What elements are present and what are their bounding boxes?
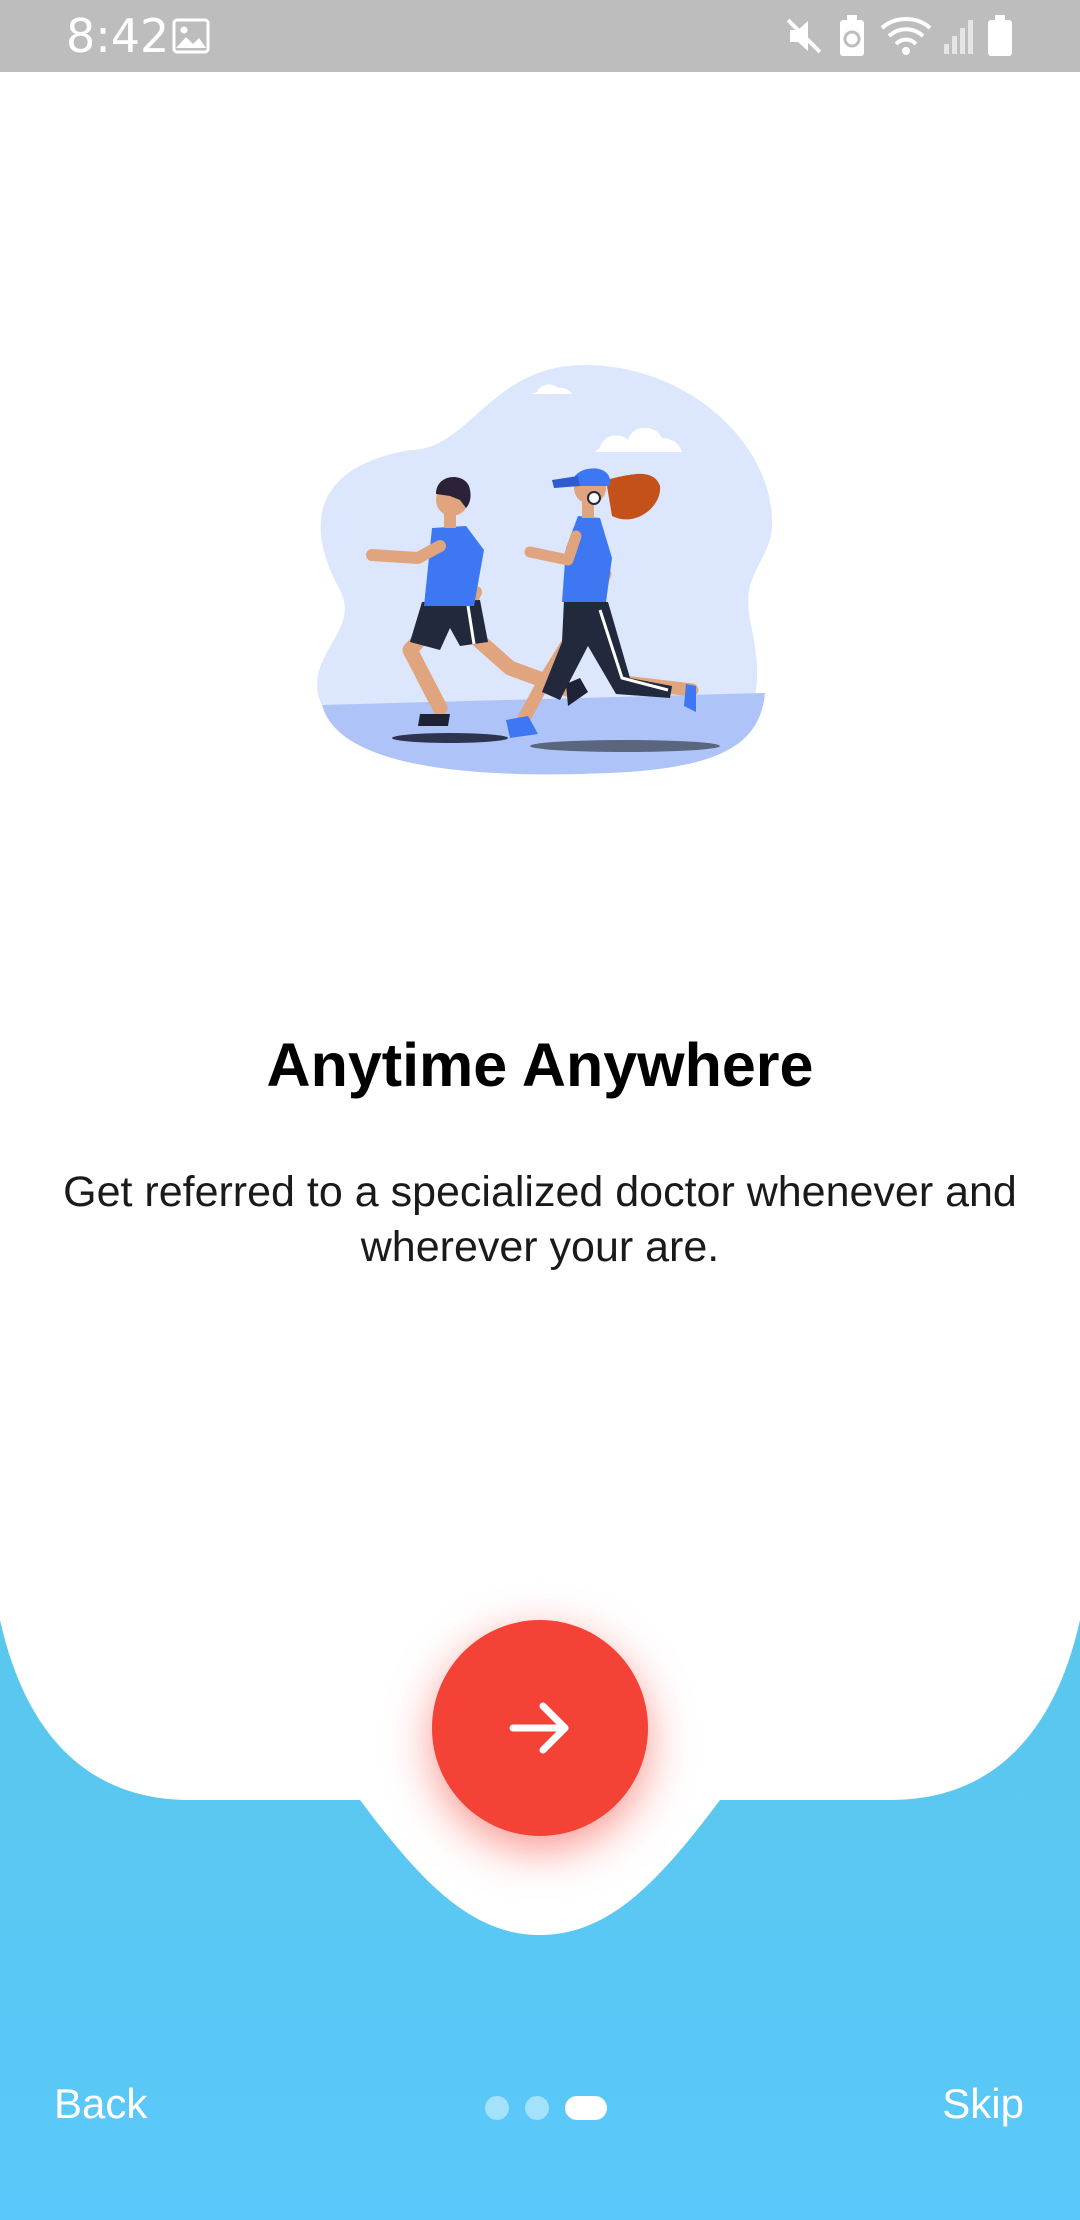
page-dot-3-active: [565, 2096, 607, 2120]
battery-icon: [988, 15, 1012, 56]
page-dot-2: [525, 2096, 549, 2120]
battery-saver-icon: [840, 15, 864, 56]
onboarding-description: Get referred to a specialized doctor whe…: [63, 1168, 1017, 1271]
runners-illustration: [317, 365, 773, 775]
page-dot-1: [485, 2096, 509, 2120]
next-button[interactable]: [432, 1620, 648, 1836]
status-time: 8:42: [66, 9, 170, 63]
wifi-icon: [880, 17, 932, 55]
skip-button[interactable]: Skip: [942, 2080, 1024, 2128]
onboarding-title: Anytime Anywhere: [266, 1031, 814, 1099]
bottom-background: [0, 1600, 1080, 2220]
arrow-right-icon: [509, 1702, 569, 1754]
back-button[interactable]: Back: [54, 2080, 147, 2128]
mute-icon: [786, 18, 822, 54]
status-bar: 8:42: [0, 0, 1080, 72]
signal-icon: [944, 20, 973, 54]
image-icon: [172, 18, 210, 54]
page-indicator: [485, 2096, 607, 2120]
